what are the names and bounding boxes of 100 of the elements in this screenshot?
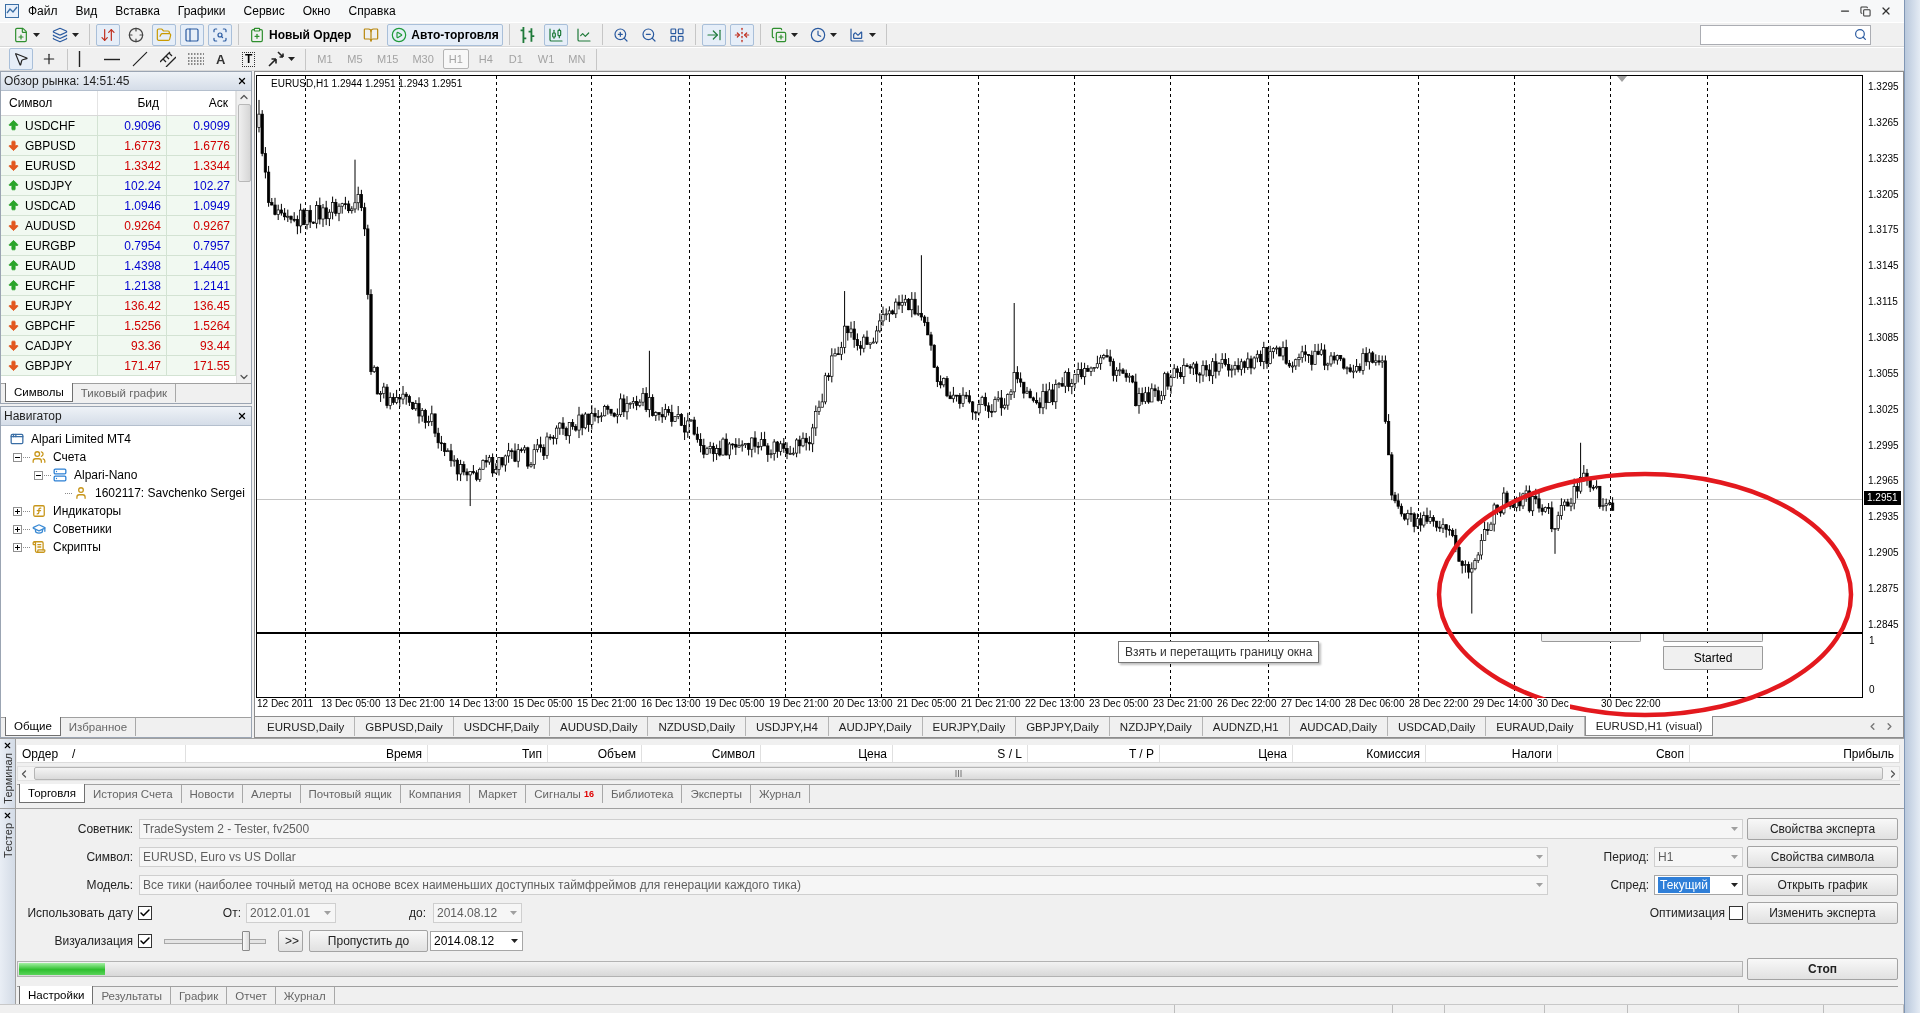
tree-item[interactable]: Alpari Limited MT4 <box>31 432 132 446</box>
plus-box-icon[interactable] <box>13 542 22 552</box>
tab[interactable]: Маркет <box>470 785 527 803</box>
chart-tab[interactable]: NZDJPY,Daily <box>1109 717 1203 736</box>
vertical-scrollbar[interactable] <box>236 91 251 383</box>
minus-box-icon[interactable] <box>13 452 22 462</box>
stop-button[interactable]: Стоп <box>1747 958 1898 980</box>
menu-item[interactable]: Окно <box>293 2 340 20</box>
column-header[interactable]: Своп <box>1558 745 1690 762</box>
checkbox[interactable] <box>138 934 152 948</box>
chart-tab[interactable]: EURUSD,Daily <box>257 717 356 736</box>
cursor-button[interactable] <box>9 48 33 70</box>
close-icon[interactable] <box>237 76 247 86</box>
tree-item[interactable]: 1602117: Savchenko Sergei <box>95 486 245 500</box>
checkbox[interactable] <box>138 906 152 920</box>
scroll-thumb[interactable] <box>237 104 251 182</box>
column-header[interactable]: Символ <box>1 91 98 115</box>
tab[interactable]: Общие <box>5 717 61 736</box>
new-order-button[interactable]: Новый Ордер <box>245 23 356 46</box>
close-icon[interactable] <box>3 811 12 820</box>
spread-select[interactable]: Текущий <box>1654 875 1743 895</box>
tab[interactable]: Эксперты <box>682 785 751 803</box>
expert-properties-button[interactable]: Свойства эксперта <box>1747 818 1898 840</box>
chart-tab[interactable]: AUDCAD,Daily <box>1289 717 1388 736</box>
tab[interactable]: Новости <box>181 785 244 803</box>
menu-item[interactable]: Файл <box>19 2 67 20</box>
column-header[interactable]: Время <box>186 745 428 762</box>
tester-button[interactable] <box>208 23 232 46</box>
tree-item[interactable]: Alpari-Nano <box>74 468 138 482</box>
chart-tab[interactable]: EURUSD,H1 (visual) <box>1584 716 1714 736</box>
tab[interactable]: Символы <box>5 383 73 402</box>
fast-forward-button[interactable]: >> <box>278 930 303 952</box>
slider-thumb[interactable] <box>242 930 250 951</box>
plus-box-icon[interactable] <box>13 524 22 534</box>
search-field[interactable] <box>1700 24 1871 45</box>
chart-tab[interactable]: GBPJPY,Daily <box>1016 717 1110 736</box>
menu-item[interactable]: Справка <box>339 2 405 20</box>
chart-tab[interactable]: USDCHF,Daily <box>453 717 551 736</box>
tab[interactable]: История Счета <box>85 785 182 803</box>
column-header[interactable]: Налоги <box>1426 745 1558 762</box>
chart-shift-button[interactable] <box>729 23 754 46</box>
checkbox[interactable] <box>1729 906 1743 920</box>
column-header[interactable]: Тип <box>428 745 548 762</box>
close-icon[interactable] <box>237 411 247 421</box>
menu-item[interactable]: Графики <box>168 2 235 20</box>
market-watch-button[interactable] <box>96 23 120 46</box>
tab[interactable]: Сигналы 16 <box>526 785 603 803</box>
tree-item[interactable]: Скрипты <box>53 540 101 554</box>
chart-tab[interactable]: EURAUD,Daily <box>1486 717 1585 736</box>
chart-tab[interactable]: AUDNZD,H1 <box>1202 717 1290 736</box>
triangle-marker-icon[interactable] <box>1617 76 1627 82</box>
tab[interactable]: Почтовый ящик <box>300 785 401 803</box>
minus-box-icon[interactable] <box>34 470 43 480</box>
restore-icon[interactable] <box>1860 5 1871 17</box>
symbol-properties-button[interactable]: Свойства символа <box>1747 846 1898 868</box>
menu-item[interactable]: Вид <box>66 2 107 20</box>
column-header[interactable]: Цена <box>761 745 893 762</box>
tab[interactable]: Библиотека <box>602 785 683 803</box>
menu-item[interactable]: Вставка <box>106 2 169 20</box>
candlestick-button[interactable] <box>543 23 568 46</box>
skip-date-field[interactable]: 2014.08.12 <box>430 931 523 951</box>
column-header[interactable]: Символ <box>642 745 761 762</box>
tab[interactable]: Торговля <box>19 784 86 803</box>
column-header[interactable]: Бид <box>98 91 167 115</box>
column-header[interactable]: Ордер <box>22 746 59 761</box>
chart-tab[interactable]: NZDUSD,Daily <box>648 717 747 736</box>
close-icon[interactable] <box>1880 5 1892 17</box>
open-chart-button[interactable]: Открыть график <box>1747 874 1898 896</box>
chart-tab[interactable]: AUDUSD,Daily <box>550 717 649 736</box>
chart-tab[interactable]: USDCAD,Daily <box>1387 717 1487 736</box>
column-header[interactable]: S / L <box>893 745 1028 762</box>
chart-tab[interactable]: GBPUSD,Daily <box>355 717 454 736</box>
tree-item[interactable]: Счета <box>53 450 87 464</box>
tab[interactable]: Алерты <box>243 785 301 803</box>
chart-object-button[interactable]: Started <box>1663 646 1763 670</box>
tab[interactable]: Журнал <box>750 785 810 803</box>
skip-to-button[interactable]: Пропустить до <box>309 930 428 952</box>
column-header[interactable]: Цена <box>1160 745 1293 762</box>
tab[interactable]: Компания <box>400 785 471 803</box>
plus-box-icon[interactable] <box>13 506 22 516</box>
chart-tab[interactable]: AUDJPY,Daily <box>828 717 923 736</box>
tree-item[interactable]: Индикаторы <box>53 504 122 518</box>
auto-scroll-button[interactable] <box>701 23 726 46</box>
text-tool-button[interactable]: A <box>212 48 234 70</box>
column-header[interactable]: Комиссия <box>1293 745 1426 762</box>
column-header[interactable]: T / P <box>1028 745 1160 762</box>
close-icon[interactable] <box>3 741 12 750</box>
scroll-right-icon[interactable] <box>1884 721 1895 732</box>
auto-trading-button[interactable]: Авто-торговля <box>387 23 503 46</box>
tab[interactable]: Избранное <box>60 718 137 736</box>
chart-tab[interactable]: EURJPY,Daily <box>922 717 1017 736</box>
modify-expert-button[interactable]: Изменить эксперта <box>1747 902 1898 924</box>
text-label-button[interactable]: T <box>238 48 260 70</box>
column-header[interactable]: Прибыль <box>1690 745 1900 762</box>
menu-item[interactable]: Сервис <box>234 2 294 20</box>
column-header[interactable]: Объем <box>548 745 642 762</box>
tree-item[interactable]: Советники <box>53 522 112 536</box>
tab[interactable]: Тиковый график <box>72 384 177 402</box>
tab[interactable]: Настройки <box>19 986 94 1005</box>
chart-tab[interactable]: USDJPY,H4 <box>746 717 829 736</box>
